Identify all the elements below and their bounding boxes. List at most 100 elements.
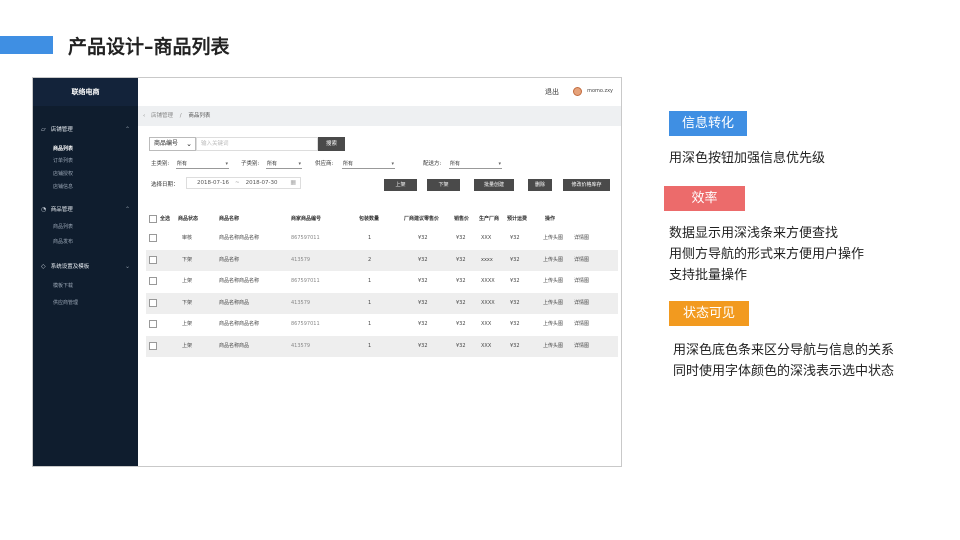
row-checkbox[interactable] [149, 320, 157, 328]
row-checkbox[interactable] [149, 277, 157, 285]
cell-price: ¥32 [456, 278, 466, 284]
sidebar-item-order-list[interactable]: 订单列表 [33, 156, 138, 167]
shipper-label: 配送方: [423, 161, 442, 167]
shipper-select[interactable]: 所有 ▾ [449, 160, 502, 169]
detail-image-link[interactable]: 详情图 [574, 271, 589, 292]
shipper-value: 所有 [450, 161, 461, 167]
cell-name: 商品名称 [219, 256, 240, 263]
detail-image-link[interactable]: 详情图 [574, 336, 589, 357]
delete-button[interactable]: 删除 [528, 179, 552, 191]
breadcrumb-current: 商品列表 [188, 113, 211, 119]
cell-maker: XXX [481, 342, 492, 349]
sidebar-group-products[interactable]: ◔ 商品管理 ⌃ [33, 203, 138, 217]
table-row[interactable]: 上架 商品名称商品名称 867597011 1 ¥32 ¥32 XXX ¥32 上传头图 详情图 [146, 314, 618, 335]
row-checkbox[interactable] [149, 255, 157, 264]
sidebar-group-label: 系统设置及模板 [50, 264, 90, 270]
sidebar-item-template-download[interactable]: 模板下载 [33, 281, 138, 292]
table-row[interactable]: 下架 商品名称 413579 2 ¥32 ¥32 xxxx ¥32 上传头图 详情图 [146, 249, 618, 271]
supplier-label: 供应商: [315, 161, 334, 167]
upload-cover-link[interactable]: 上传头图 [543, 314, 563, 335]
unshelve-button[interactable]: 下架 [427, 179, 460, 191]
goods-icon: ◔ [41, 206, 47, 213]
detail-image-link[interactable]: 详情图 [574, 228, 589, 249]
upload-cover-link[interactable]: 上传头图 [543, 228, 563, 249]
cell-qty: 1 [368, 278, 372, 284]
annotation-tag-info: 信息转化 [669, 111, 747, 136]
sidebar-item-store-auth[interactable]: 店铺授权 [33, 169, 138, 180]
chevron-down-icon: ⌄ [124, 263, 130, 270]
top-bar: 退出 momo.zxy [138, 78, 621, 106]
sidebar-item-product-list[interactable]: 商品列表 [33, 144, 138, 155]
sub-category-label: 子类别: [241, 161, 260, 167]
table-row[interactable]: 下架 商品名称商品 413579 1 ¥32 ¥32 XXXX ¥32 上传头图 详情图 [146, 292, 618, 314]
cell-price: ¥32 [456, 235, 466, 241]
upload-cover-link[interactable]: 上传头图 [543, 336, 563, 357]
search-input[interactable]: 输入关键词 [196, 137, 318, 151]
slide-title: 产品设计–商品列表 [68, 36, 230, 58]
logout-link[interactable]: 退出 [545, 87, 559, 97]
cell-freight: ¥32 [510, 235, 520, 241]
cell-status: 上架 [182, 321, 193, 327]
cell-code: 413579 [291, 299, 311, 306]
cell-freight: ¥32 [510, 256, 520, 263]
annotation-line: 同时使用字体颜色的深浅表示选中状态 [673, 364, 895, 379]
upload-cover-link[interactable]: 上传头图 [543, 250, 563, 271]
select-all-checkbox[interactable] [149, 215, 157, 223]
supplier-select[interactable]: 所有 ▾ [342, 160, 395, 169]
row-checkbox[interactable] [149, 234, 157, 242]
cell-qty: 1 [368, 342, 372, 349]
app-mockup: 联络电商 ▱ 店铺管理 ⌃ 商品列表 订单列表 店铺授权 店铺信息 ◔ 商品管理… [32, 77, 622, 467]
cell-price: ¥32 [456, 299, 466, 306]
shelve-button[interactable]: 上架 [384, 179, 417, 191]
breadcrumb-parent[interactable]: 店铺管理 [151, 113, 173, 119]
row-checkbox[interactable] [149, 341, 157, 350]
th-msrp: 厂商建议零售价 [404, 216, 440, 222]
sidebar-group-label: 商品管理 [50, 207, 73, 213]
sidebar-item-goods-list[interactable]: 商品列表 [33, 222, 138, 233]
detail-image-link[interactable]: 详情图 [574, 250, 589, 271]
cell-msrp: ¥32 [418, 256, 428, 263]
sidebar-group-store[interactable]: ▱ 店铺管理 ⌃ [33, 123, 138, 137]
sidebar-group-settings[interactable]: ◇ 系统设置及模板 ⌄ [33, 260, 138, 274]
username: momo.zxy [587, 88, 613, 94]
sub-category-select[interactable]: 所有 ▾ [266, 160, 302, 169]
chevron-down-icon: ▾ [391, 161, 394, 167]
cell-code: 413579 [291, 256, 311, 263]
avatar[interactable] [573, 87, 582, 96]
cell-maker: XXXX [481, 299, 495, 306]
detail-image-link[interactable]: 详情图 [574, 293, 589, 314]
sidebar-item-goods-publish[interactable]: 商品发布 [33, 237, 138, 248]
batch-create-button[interactable]: 批量创建 [474, 179, 514, 191]
cell-msrp: ¥32 [418, 299, 428, 306]
th-maker: 生产厂商 [479, 216, 500, 222]
cell-price: ¥32 [456, 321, 466, 327]
chevron-down-icon: ⌄ [186, 140, 192, 148]
table-row[interactable]: 上架 商品名称商品名称 867597011 1 ¥32 ¥32 XXXX ¥32 上传头图 详情图 [146, 271, 618, 292]
sidebar-item-store-info[interactable]: 店铺信息 [33, 182, 138, 193]
cell-qty: 1 [368, 235, 372, 241]
sidebar-item-supplier[interactable]: 供应商管理 [33, 298, 138, 309]
store-icon: ▱ [41, 126, 46, 133]
edit-price-stock-button[interactable]: 修改价格库存 [563, 179, 610, 191]
table-row[interactable]: 审核 商品名称商品名称 867597011 1 ¥32 ¥32 XXX ¥32 上传头图 详情图 [146, 228, 618, 249]
row-checkbox[interactable] [149, 298, 157, 307]
annotation-note-info: 用深色按钮加强信息优先级 [669, 148, 825, 169]
search-button[interactable]: 搜索 [318, 137, 345, 151]
cell-code: 867597011 [291, 235, 320, 241]
annotation-note-visibility: 用深色底色条来区分导航与信息的关系 同时使用字体颜色的深浅表示选中状态 [673, 340, 894, 382]
breadcrumb-separator: / [179, 113, 182, 119]
cell-maker: XXXX [481, 278, 495, 284]
date-tilde: ~ [234, 180, 240, 186]
cell-msrp: ¥32 [418, 235, 428, 241]
chevron-up-icon: ⌃ [124, 126, 130, 133]
detail-image-link[interactable]: 详情图 [574, 314, 589, 335]
upload-cover-link[interactable]: 上传头图 [543, 271, 563, 292]
upload-cover-link[interactable]: 上传头图 [543, 293, 563, 314]
back-chevron-icon[interactable]: ‹ [143, 113, 145, 119]
th-ops: 操作 [545, 216, 556, 222]
table-row[interactable]: 上架 商品名称商品 413579 1 ¥32 ¥32 XXX ¥32 上传头图 详情图 [146, 335, 618, 357]
date-range-picker[interactable]: 2018-07-16 ~2018-07-30 ▦ [186, 177, 301, 189]
search-field-select[interactable]: 商品编号 ⌄ [149, 137, 196, 151]
breadcrumb: ‹ 店铺管理 / 商品列表 [138, 106, 621, 126]
main-category-select[interactable]: 所有 ▾ [176, 160, 229, 169]
